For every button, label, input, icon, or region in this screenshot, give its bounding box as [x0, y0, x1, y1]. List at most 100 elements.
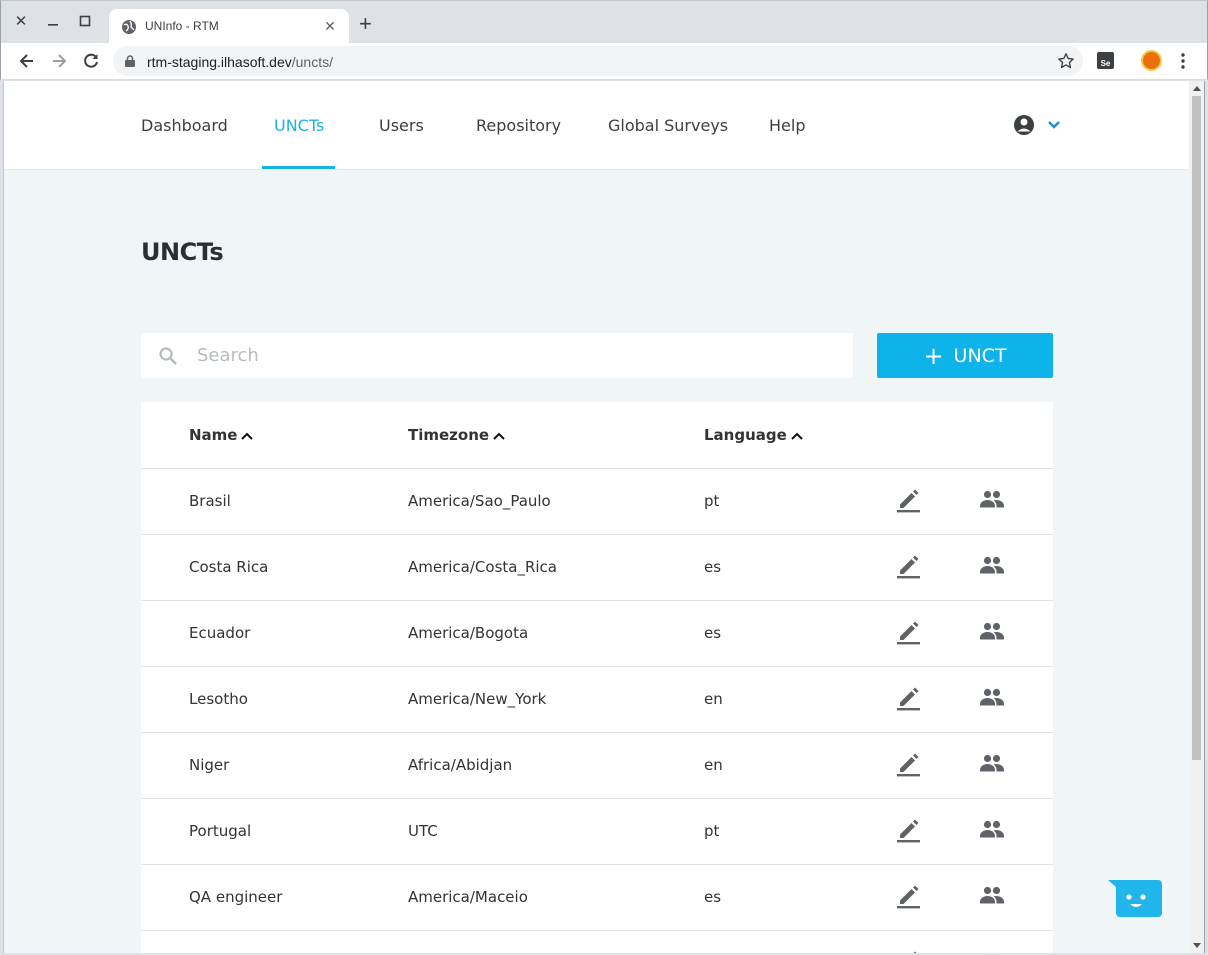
scroll-thumb[interactable] [1192, 96, 1201, 760]
nav-users[interactable]: Users [379, 81, 424, 170]
cell-timezone: America/Maceio [408, 888, 528, 906]
address-bar[interactable]: rtm-staging.ilhasoft.dev/uncts/ [113, 46, 1083, 76]
add-unct-label: UNCT [953, 344, 1007, 367]
browser-tab[interactable]: UNInfo - RTM ✕ [109, 9, 349, 44]
people-icon[interactable] [979, 752, 1005, 774]
edit-icon[interactable] [895, 949, 921, 953]
globe-icon [122, 20, 136, 34]
people-icon[interactable] [979, 884, 1005, 906]
cell-timezone: Africa/Abidjan [408, 756, 513, 774]
table-header: Name Timezone Language [141, 402, 1053, 469]
uncts-table: Name Timezone Language Brasil America/Sao… [141, 402, 1053, 953]
selenium-extension-icon[interactable]: Se [1097, 52, 1114, 69]
page-viewport: Dashboard UNCTs Users Repository Global … [3, 81, 1189, 953]
nav-uncts[interactable]: UNCTs [274, 81, 324, 170]
user-menu[interactable] [1012, 113, 1062, 137]
table-row: Niger Africa/Abidjan en [141, 733, 1053, 799]
cell-language: es [704, 558, 722, 576]
people-icon[interactable] [979, 554, 1005, 576]
edit-icon[interactable] [895, 817, 921, 843]
table-row: QA engineer America/Maceio es [141, 865, 1053, 931]
edit-icon[interactable] [895, 883, 921, 909]
bookmark-star-icon[interactable] [1057, 52, 1075, 70]
tab-close-icon[interactable]: ✕ [321, 17, 339, 35]
cell-name: Niger [189, 756, 230, 774]
plus-icon: + [923, 341, 944, 370]
edit-icon[interactable] [895, 619, 921, 645]
cell-name: Costa Rica [189, 558, 269, 576]
chevron-down-icon [1048, 121, 1060, 129]
cell-timezone: America/Costa_Rica [408, 558, 557, 576]
sort-by-language[interactable]: Language [704, 426, 804, 444]
edit-icon[interactable] [895, 685, 921, 711]
back-icon[interactable] [17, 51, 37, 71]
chevron-up-icon [241, 432, 254, 440]
top-navigation: Dashboard UNCTs Users Repository Global … [4, 81, 1189, 170]
table-row: Costa Rica America/Costa_Rica es [141, 535, 1053, 601]
search-box [141, 333, 853, 378]
edit-icon[interactable] [895, 751, 921, 777]
sort-by-name[interactable]: Name [189, 426, 254, 444]
cell-name: Ecuador [189, 624, 251, 642]
people-icon[interactable] [979, 950, 1005, 953]
people-icon[interactable] [979, 686, 1005, 708]
search-input[interactable] [197, 333, 837, 378]
edit-icon[interactable] [895, 487, 921, 513]
table-row: Portugal UTC pt [141, 799, 1053, 865]
url-text: rtm-staging.ilhasoft.dev/uncts/ [147, 54, 333, 70]
profile-avatar-icon[interactable] [1141, 50, 1162, 71]
browser-toolbar: rtm-staging.ilhasoft.dev/uncts/ Se [0, 43, 1208, 80]
people-icon[interactable] [979, 488, 1005, 510]
reload-icon[interactable] [81, 51, 101, 71]
browser-menu-icon[interactable] [1177, 51, 1189, 71]
window-close-icon[interactable]: ✕ [11, 11, 31, 31]
cell-name: Lesotho [189, 690, 248, 708]
header-timezone: Timezone [408, 426, 490, 444]
window-minimize-icon[interactable] [43, 11, 63, 31]
cell-language: pt [704, 822, 720, 840]
table-row [141, 931, 1053, 953]
cell-language: en [704, 756, 723, 774]
table-row: Ecuador America/Bogota es [141, 601, 1053, 667]
cell-name: Portugal [189, 822, 252, 840]
page-title: UNCTs [141, 238, 224, 266]
people-icon[interactable] [979, 818, 1005, 840]
account-circle-icon [1014, 115, 1034, 135]
cell-timezone: America/Sao_Paulo [408, 492, 551, 510]
search-icon [159, 347, 177, 365]
cell-language: en [704, 690, 723, 708]
page-scrollbar[interactable] [1189, 81, 1205, 953]
window-maximize-icon[interactable] [75, 11, 95, 31]
browser-tabstrip: ✕ UNInfo - RTM ✕ + [0, 0, 1208, 44]
scroll-down-icon[interactable] [1193, 943, 1201, 948]
nav-global-surveys[interactable]: Global Surveys [608, 81, 728, 170]
cell-language: es [704, 888, 722, 906]
cell-timezone: America/New_York [408, 690, 547, 708]
lock-icon [125, 55, 135, 67]
nav-help[interactable]: Help [769, 81, 805, 170]
edit-icon[interactable] [895, 553, 921, 579]
header-name: Name [189, 426, 238, 444]
cell-name: QA engineer [189, 888, 283, 906]
cell-timezone: America/Bogota [408, 624, 529, 642]
sort-by-timezone[interactable]: Timezone [408, 426, 506, 444]
active-tab-indicator [262, 166, 335, 169]
scroll-up-icon[interactable] [1193, 86, 1201, 91]
url-path: /uncts/ [291, 54, 333, 70]
table-row: Brasil America/Sao_Paulo pt [141, 469, 1053, 535]
add-unct-button[interactable]: + UNCT [877, 333, 1053, 378]
chat-bot-icon[interactable] [1108, 879, 1162, 921]
forward-icon[interactable] [49, 51, 69, 71]
people-icon[interactable] [979, 620, 1005, 642]
new-tab-icon[interactable]: + [359, 13, 372, 35]
url-host: rtm-staging.ilhasoft.dev [147, 54, 292, 70]
cell-timezone: UTC [408, 822, 438, 840]
table-row: Lesotho America/New_York en [141, 667, 1053, 733]
nav-dashboard[interactable]: Dashboard [141, 81, 228, 170]
nav-repository[interactable]: Repository [476, 81, 561, 170]
chevron-up-icon [791, 432, 803, 440]
chevron-up-icon [493, 432, 505, 440]
cell-name: Brasil [189, 492, 231, 510]
cell-language: pt [704, 492, 720, 510]
tab-title: UNInfo - RTM [145, 19, 219, 33]
